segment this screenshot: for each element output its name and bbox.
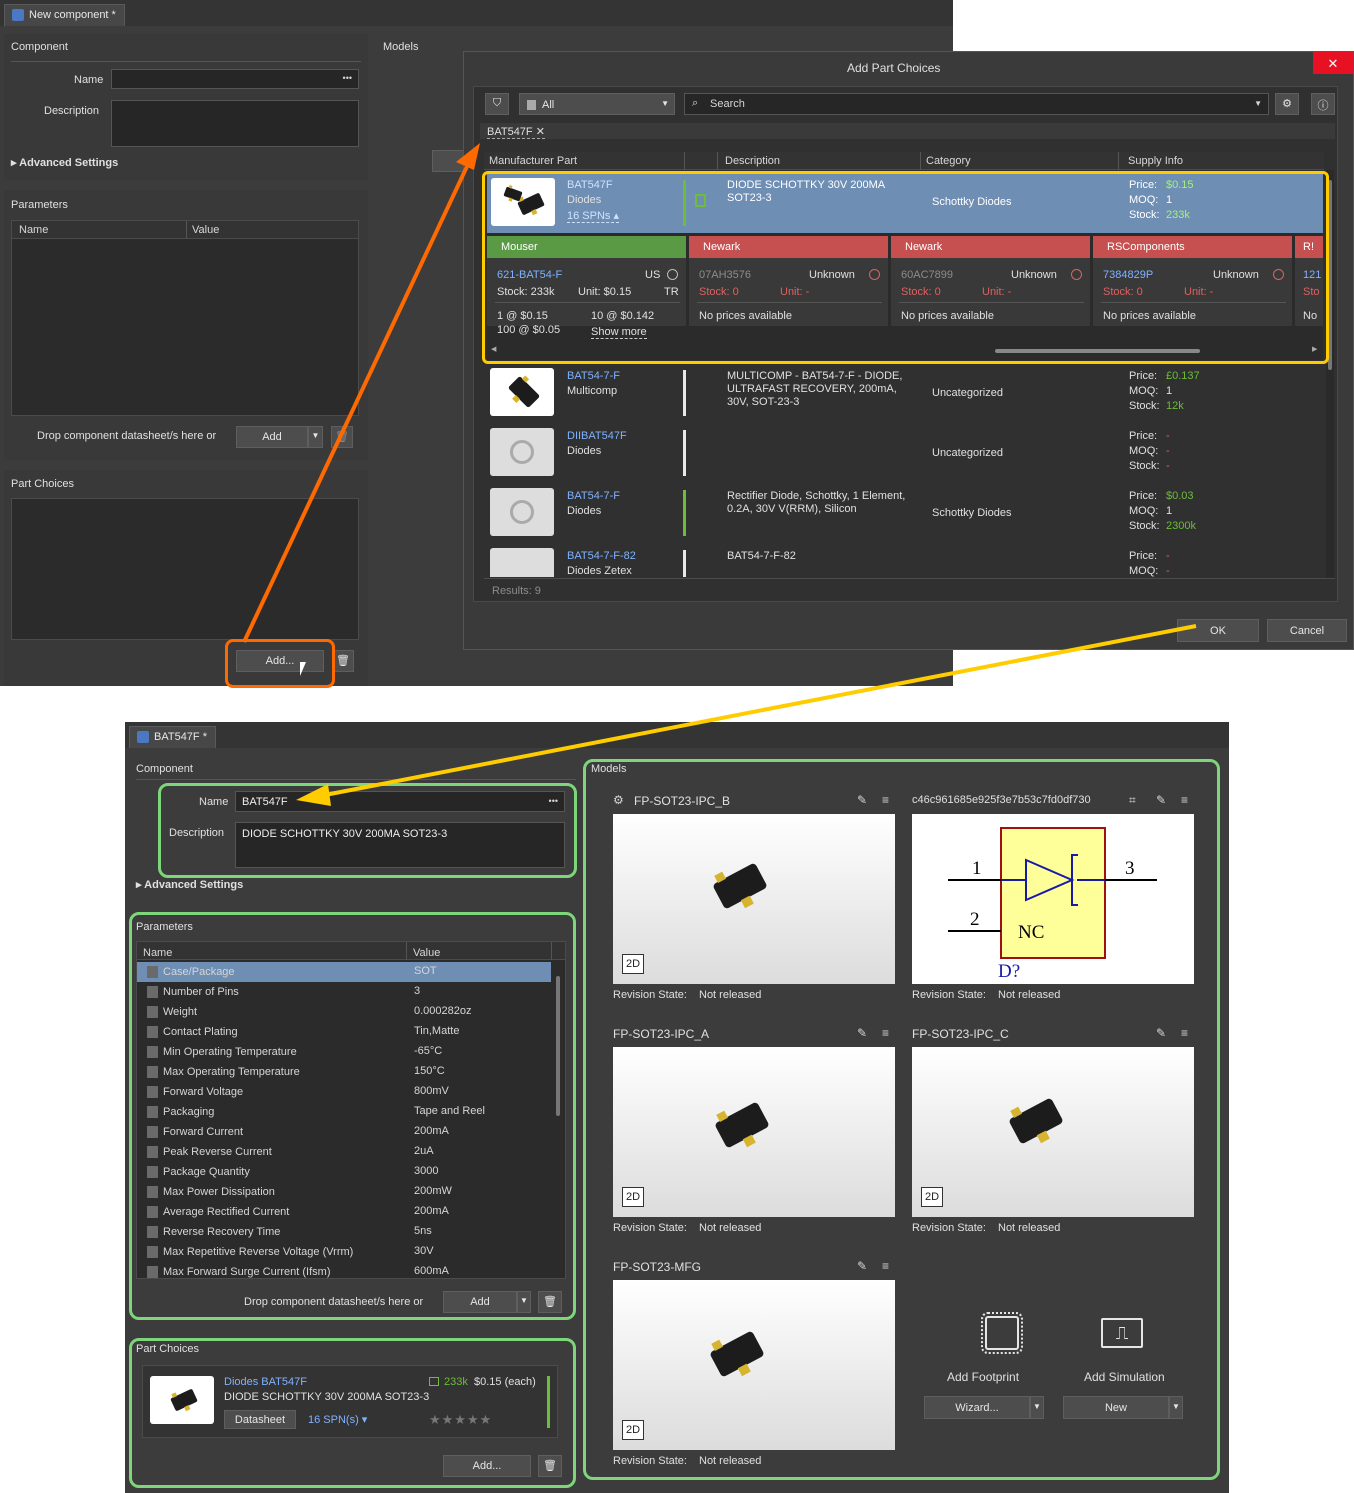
annotation-arrows (242, 143, 1197, 806)
